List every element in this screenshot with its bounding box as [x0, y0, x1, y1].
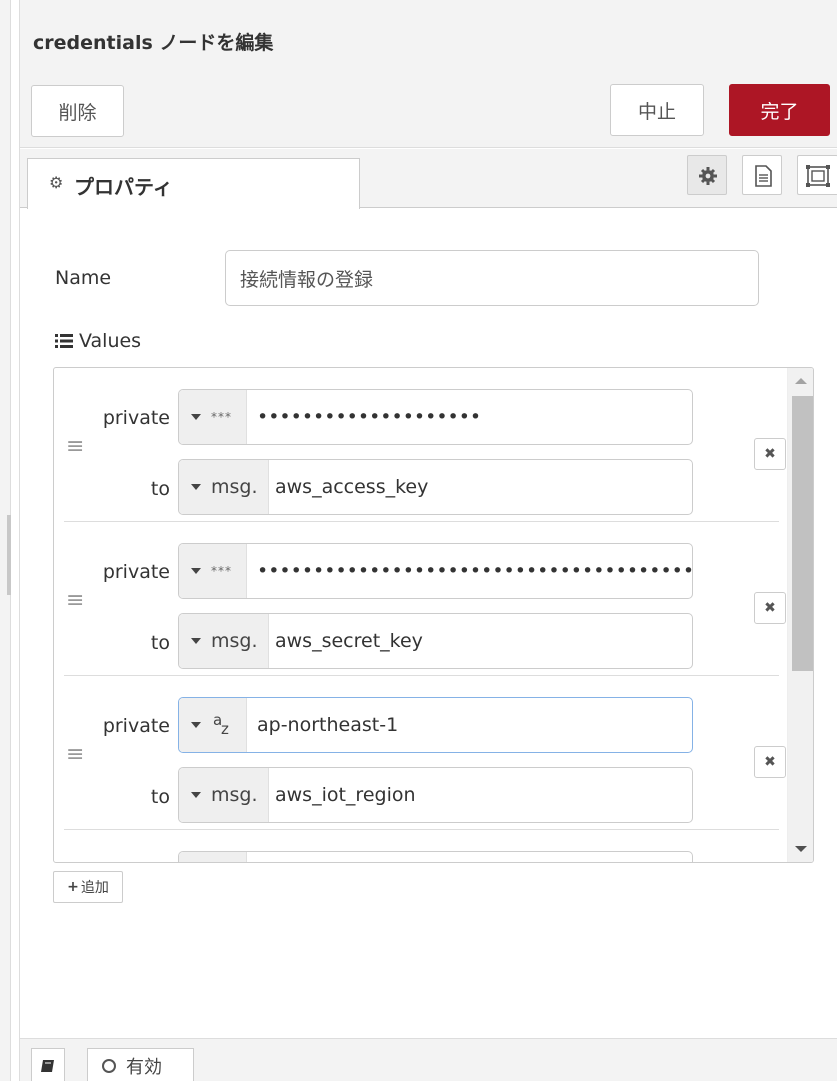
list-scrollbar[interactable] — [787, 368, 813, 862]
password-type-icon: *** — [211, 410, 232, 424]
list-item: ≡ private *** •••••••••••••••••••• to ms… — [64, 368, 786, 522]
private-value-input[interactable]: *** ••••••••••••••••••••••••••••••••••••… — [178, 543, 693, 599]
drag-handle-icon[interactable]: ≡ — [66, 742, 84, 767]
add-label: 追加 — [80, 880, 109, 896]
circle-icon — [102, 1058, 116, 1073]
caret-down-icon — [191, 792, 201, 798]
remove-row-button[interactable]: ✖ — [754, 746, 786, 778]
appearance-tab-button[interactable] — [797, 155, 837, 195]
type-selector[interactable]: *** — [179, 544, 247, 598]
private-value-input[interactable]: *** •••••••••••••••••••• — [178, 389, 693, 445]
msg-type-label: msg. — [211, 630, 258, 652]
gear-icon: ⚙ — [49, 173, 64, 192]
remove-row-button[interactable]: ✖ — [754, 438, 786, 470]
drag-handle-icon[interactable]: ≡ — [66, 434, 84, 459]
object-group-icon — [806, 165, 830, 187]
close-icon: ✖ — [764, 754, 776, 770]
string-type-icon: az — [213, 711, 229, 738]
list-item: ≡ private *** ••••••••••••••••••••••••••… — [64, 522, 786, 676]
msg-type-label: msg. — [211, 476, 258, 498]
add-button[interactable]: + 追加 — [53, 871, 123, 903]
values-label-text: Values — [79, 330, 142, 352]
private-label: private — [102, 407, 170, 429]
close-icon: ✖ — [764, 446, 776, 462]
type-selector[interactable]: az — [179, 698, 247, 752]
book-icon — [41, 1059, 54, 1072]
tray-title: credentials ノードを編集 — [33, 32, 274, 54]
node-info-button[interactable] — [31, 1048, 65, 1081]
private-value[interactable]: ap-northeast-1 — [257, 698, 398, 752]
to-label: to — [150, 786, 170, 808]
list-icon — [55, 334, 73, 348]
private-value-input[interactable] — [178, 851, 693, 862]
tray-header: credentials ノードを編集 削除 中止 完了 — [20, 0, 837, 148]
password-type-icon: *** — [211, 564, 232, 578]
name-label: Name — [55, 267, 112, 289]
msg-type-label: msg. — [211, 784, 258, 806]
description-tab-button[interactable] — [742, 155, 782, 195]
settings-tab-button[interactable] — [687, 155, 727, 195]
scroll-thumb[interactable] — [792, 396, 813, 671]
target-property-value[interactable]: aws_access_key — [275, 460, 428, 514]
tab-properties[interactable]: ⚙ プロパティ — [27, 158, 360, 209]
to-label: to — [150, 632, 170, 654]
caret-down-icon — [191, 414, 201, 420]
caret-down-icon — [191, 484, 201, 490]
delete-button[interactable]: 削除 — [31, 85, 124, 137]
values-list: ≡ private *** •••••••••••••••••••• to ms… — [53, 367, 814, 863]
private-value-input[interactable]: az ap-northeast-1 — [178, 697, 693, 753]
gear-icon — [699, 167, 717, 185]
values-label: Values — [55, 330, 141, 352]
private-label: private — [102, 561, 170, 583]
remove-row-button[interactable]: ✖ — [754, 592, 786, 624]
tray-resize-handle[interactable] — [7, 515, 11, 595]
caret-down-icon — [191, 722, 201, 728]
type-selector[interactable] — [179, 852, 247, 862]
target-property-input[interactable]: msg. aws_iot_region — [178, 767, 693, 823]
scroll-up-icon[interactable] — [795, 378, 807, 384]
target-property-value[interactable]: aws_secret_key — [275, 614, 423, 668]
type-selector[interactable]: msg. — [179, 614, 269, 668]
list-item: ≡ private az ap-northeast-1 to msg. aws_… — [64, 676, 786, 830]
type-selector[interactable]: msg. — [179, 460, 269, 514]
caret-down-icon — [191, 638, 201, 644]
type-selector[interactable]: msg. — [179, 768, 269, 822]
type-selector[interactable]: *** — [179, 390, 247, 444]
enable-toggle[interactable]: 有効 — [87, 1048, 194, 1081]
to-label: to — [150, 478, 170, 500]
private-value[interactable]: •••••••••••••••••••• — [257, 390, 481, 444]
cancel-button[interactable]: 中止 — [610, 84, 704, 136]
tab-bar: ⚙ プロパティ — [20, 149, 837, 209]
target-property-input[interactable]: msg. aws_access_key — [178, 459, 693, 515]
done-button[interactable]: 完了 — [729, 84, 830, 136]
private-value[interactable]: •••••••••••••••••••••••••••••••••••••••• — [257, 544, 692, 598]
scroll-down-icon[interactable] — [795, 846, 807, 852]
tab-properties-label: プロパティ — [74, 175, 173, 199]
edit-tray: credentials ノードを編集 削除 中止 完了 ⚙ プロパティ Name… — [19, 0, 837, 1081]
target-property-input[interactable]: msg. aws_secret_key — [178, 613, 693, 669]
file-text-icon — [755, 165, 772, 187]
close-icon: ✖ — [764, 600, 776, 616]
caret-down-icon — [191, 568, 201, 574]
plus-icon: + — [67, 879, 79, 895]
tray-footer: 有効 — [20, 1038, 837, 1081]
drag-handle-icon[interactable]: ≡ — [66, 588, 84, 613]
list-item — [64, 830, 779, 862]
enable-label: 有効 — [126, 1056, 162, 1078]
private-label: private — [102, 715, 170, 737]
name-input[interactable] — [225, 250, 759, 306]
target-property-value[interactable]: aws_iot_region — [275, 768, 416, 822]
